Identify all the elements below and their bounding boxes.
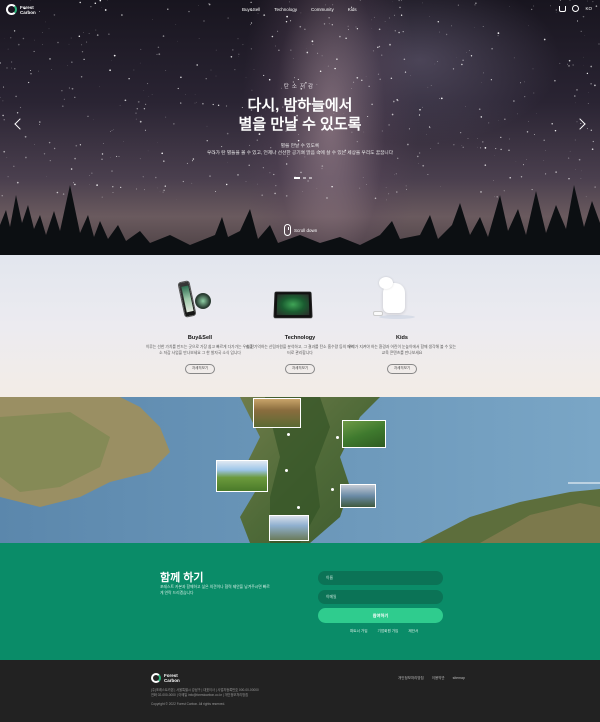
- join-link-partner[interactable]: 파트너 가입: [350, 629, 368, 634]
- carousel-dot[interactable]: [294, 177, 300, 179]
- submit-button[interactable]: 참여하기: [318, 608, 443, 623]
- scroll-down-label: Scroll down: [294, 227, 318, 233]
- carousel-dot[interactable]: [303, 177, 306, 179]
- hero-eyebrow: 탄소저감: [283, 84, 317, 90]
- map-pin[interactable]: [287, 433, 290, 436]
- carousel-dot[interactable]: [309, 177, 312, 179]
- hero-desc-line2: 우리가 탄 별들을 볼 수 있고, 언제나 선선한 공기의 맑음 속에 살 수 …: [206, 150, 394, 155]
- menu-item-community[interactable]: Community: [311, 7, 334, 12]
- product-card-kids: Kids 우리가 지켜야 하는 환경과 어린이 눈높이에서 함께 생각해 볼 수…: [347, 277, 457, 374]
- location-photo-river[interactable]: [340, 484, 376, 508]
- language-label[interactable]: KO: [585, 6, 592, 11]
- name-field[interactable]: 이름: [318, 571, 443, 585]
- main-menu: Buy&Sell Technology Community Kids: [242, 7, 357, 12]
- map-pin[interactable]: [331, 488, 334, 491]
- map-pin[interactable]: [297, 506, 300, 509]
- nav-utilities: KO: [559, 5, 592, 12]
- carousel-dots: [294, 177, 312, 179]
- polar-bear-illustration: [347, 277, 457, 333]
- join-section: 함께 하기 포레스트 카본과 함께하고 싶은 의견이나 협력 제안을 남겨주시면…: [0, 543, 600, 660]
- footer-logo-line2: Carbon: [164, 678, 180, 683]
- join-link-company[interactable]: 기업회원 가입: [378, 629, 399, 634]
- hero-description: 별을 만날 수 있도록 우리가 탄 별들을 볼 수 있고, 언제나 선선한 공기…: [0, 142, 600, 156]
- hero-title-line2: 별을 만날 수 있도록: [238, 116, 362, 133]
- logo-ring-icon: [6, 4, 17, 15]
- location-photo-green-hills[interactable]: [216, 460, 268, 492]
- card-description: 이루는 선한 가치를 만드는 곳으로 가장 쉽고 빠르게 다가가는 우리 탄소 …: [145, 345, 255, 355]
- join-links: 파트너 가입 기업회원 가입 제안서: [350, 629, 418, 634]
- more-button[interactable]: 자세히보기: [386, 363, 418, 374]
- logo-text-line2: Carbon: [20, 9, 36, 15]
- menu-item-buy-sell[interactable]: Buy&Sell: [242, 7, 260, 12]
- cart-icon[interactable]: [559, 5, 567, 12]
- location-photo-terraces[interactable]: [253, 398, 301, 428]
- hero-title: 다시, 밤하늘에서 별을 만날 수 있도록: [0, 96, 600, 134]
- card-title: Buy&Sell: [187, 335, 213, 341]
- footer-link-privacy[interactable]: 개인정보처리방침: [398, 676, 424, 681]
- product-card-buy-sell: Buy&Sell 이루는 선한 가치를 만드는 곳으로 가장 쉽고 빠르게 다가…: [145, 277, 255, 374]
- mouse-icon: [284, 224, 291, 236]
- map-pin[interactable]: [336, 436, 339, 439]
- product-card-technology: Technology 숲을 기억하는 산림자원을 분석하고, 그 결과를 탄소 …: [245, 277, 355, 374]
- logo-ring-icon: [151, 673, 161, 683]
- location-photo-tea-field[interactable]: [342, 420, 386, 448]
- join-link-proposal[interactable]: 제안서: [408, 629, 418, 634]
- more-button[interactable]: 자세히보기: [284, 363, 316, 374]
- join-title: 함께 하기: [160, 572, 204, 584]
- card-title: Technology: [284, 335, 316, 341]
- menu-item-technology[interactable]: Technology: [274, 7, 297, 12]
- more-button[interactable]: 자세히보기: [184, 363, 216, 374]
- site-footer: Forest Carbon (주)포레스트카본 | 서울특별시 강남구 | 대표…: [0, 660, 600, 722]
- footer-logo[interactable]: Forest Carbon: [151, 673, 188, 683]
- site-logo[interactable]: Forest Carbon: [6, 4, 44, 15]
- footer-info-line2: 전화 02-000-0000 | 이메일 info@forestcarbon.c…: [151, 693, 249, 697]
- hero-title-line1: 다시, 밤하늘에서: [247, 97, 353, 114]
- phone-illustration: [145, 277, 255, 333]
- footer-copyright: Copyright © 2022 Forest Carbon. All righ…: [151, 702, 226, 706]
- card-description: 우리가 지켜야 하는 환경과 어린이 눈높이에서 함께 생각해 볼 수 있는 교…: [347, 345, 457, 355]
- hero-desc-line1: 별을 만날 수 있도록: [280, 143, 320, 148]
- join-description: 포레스트 카본과 함께하고 싶은 의견이나 협력 제안을 남겨주시면 빠르게 연…: [160, 585, 270, 595]
- top-navigation: Forest Carbon Buy&Sell Technology Commun…: [0, 0, 600, 20]
- map-section: [0, 397, 600, 543]
- card-description: 숲을 기억하는 산림자원을 분석하고, 그 결과를 탄소 흡수량 등의 데이터로…: [245, 345, 355, 355]
- footer-link-sitemap[interactable]: sitemap: [453, 676, 465, 681]
- card-title: Kids: [396, 335, 408, 341]
- footer-link-terms[interactable]: 이용약관: [432, 676, 445, 681]
- footer-links: 개인정보처리방침 이용약관 sitemap: [398, 676, 465, 681]
- location-photo-lake[interactable]: [269, 515, 309, 541]
- scroll-down-button[interactable]: Scroll down: [284, 224, 317, 236]
- menu-item-kids[interactable]: Kids: [348, 7, 357, 12]
- hero-section: Forest Carbon Buy&Sell Technology Commun…: [0, 0, 600, 255]
- map-pin[interactable]: [285, 469, 288, 472]
- footer-info: (주)포레스트카본 | 서울특별시 강남구 | 대표이사 | 사업자등록번호 0…: [151, 688, 331, 707]
- forest-silhouette: [0, 185, 600, 255]
- products-section: Buy&Sell 이루는 선한 가치를 만드는 곳으로 가장 쉽고 빠르게 다가…: [0, 255, 600, 397]
- globe-icon[interactable]: [572, 5, 580, 12]
- tablet-illustration: [245, 277, 355, 333]
- email-field[interactable]: 이메일: [318, 590, 443, 604]
